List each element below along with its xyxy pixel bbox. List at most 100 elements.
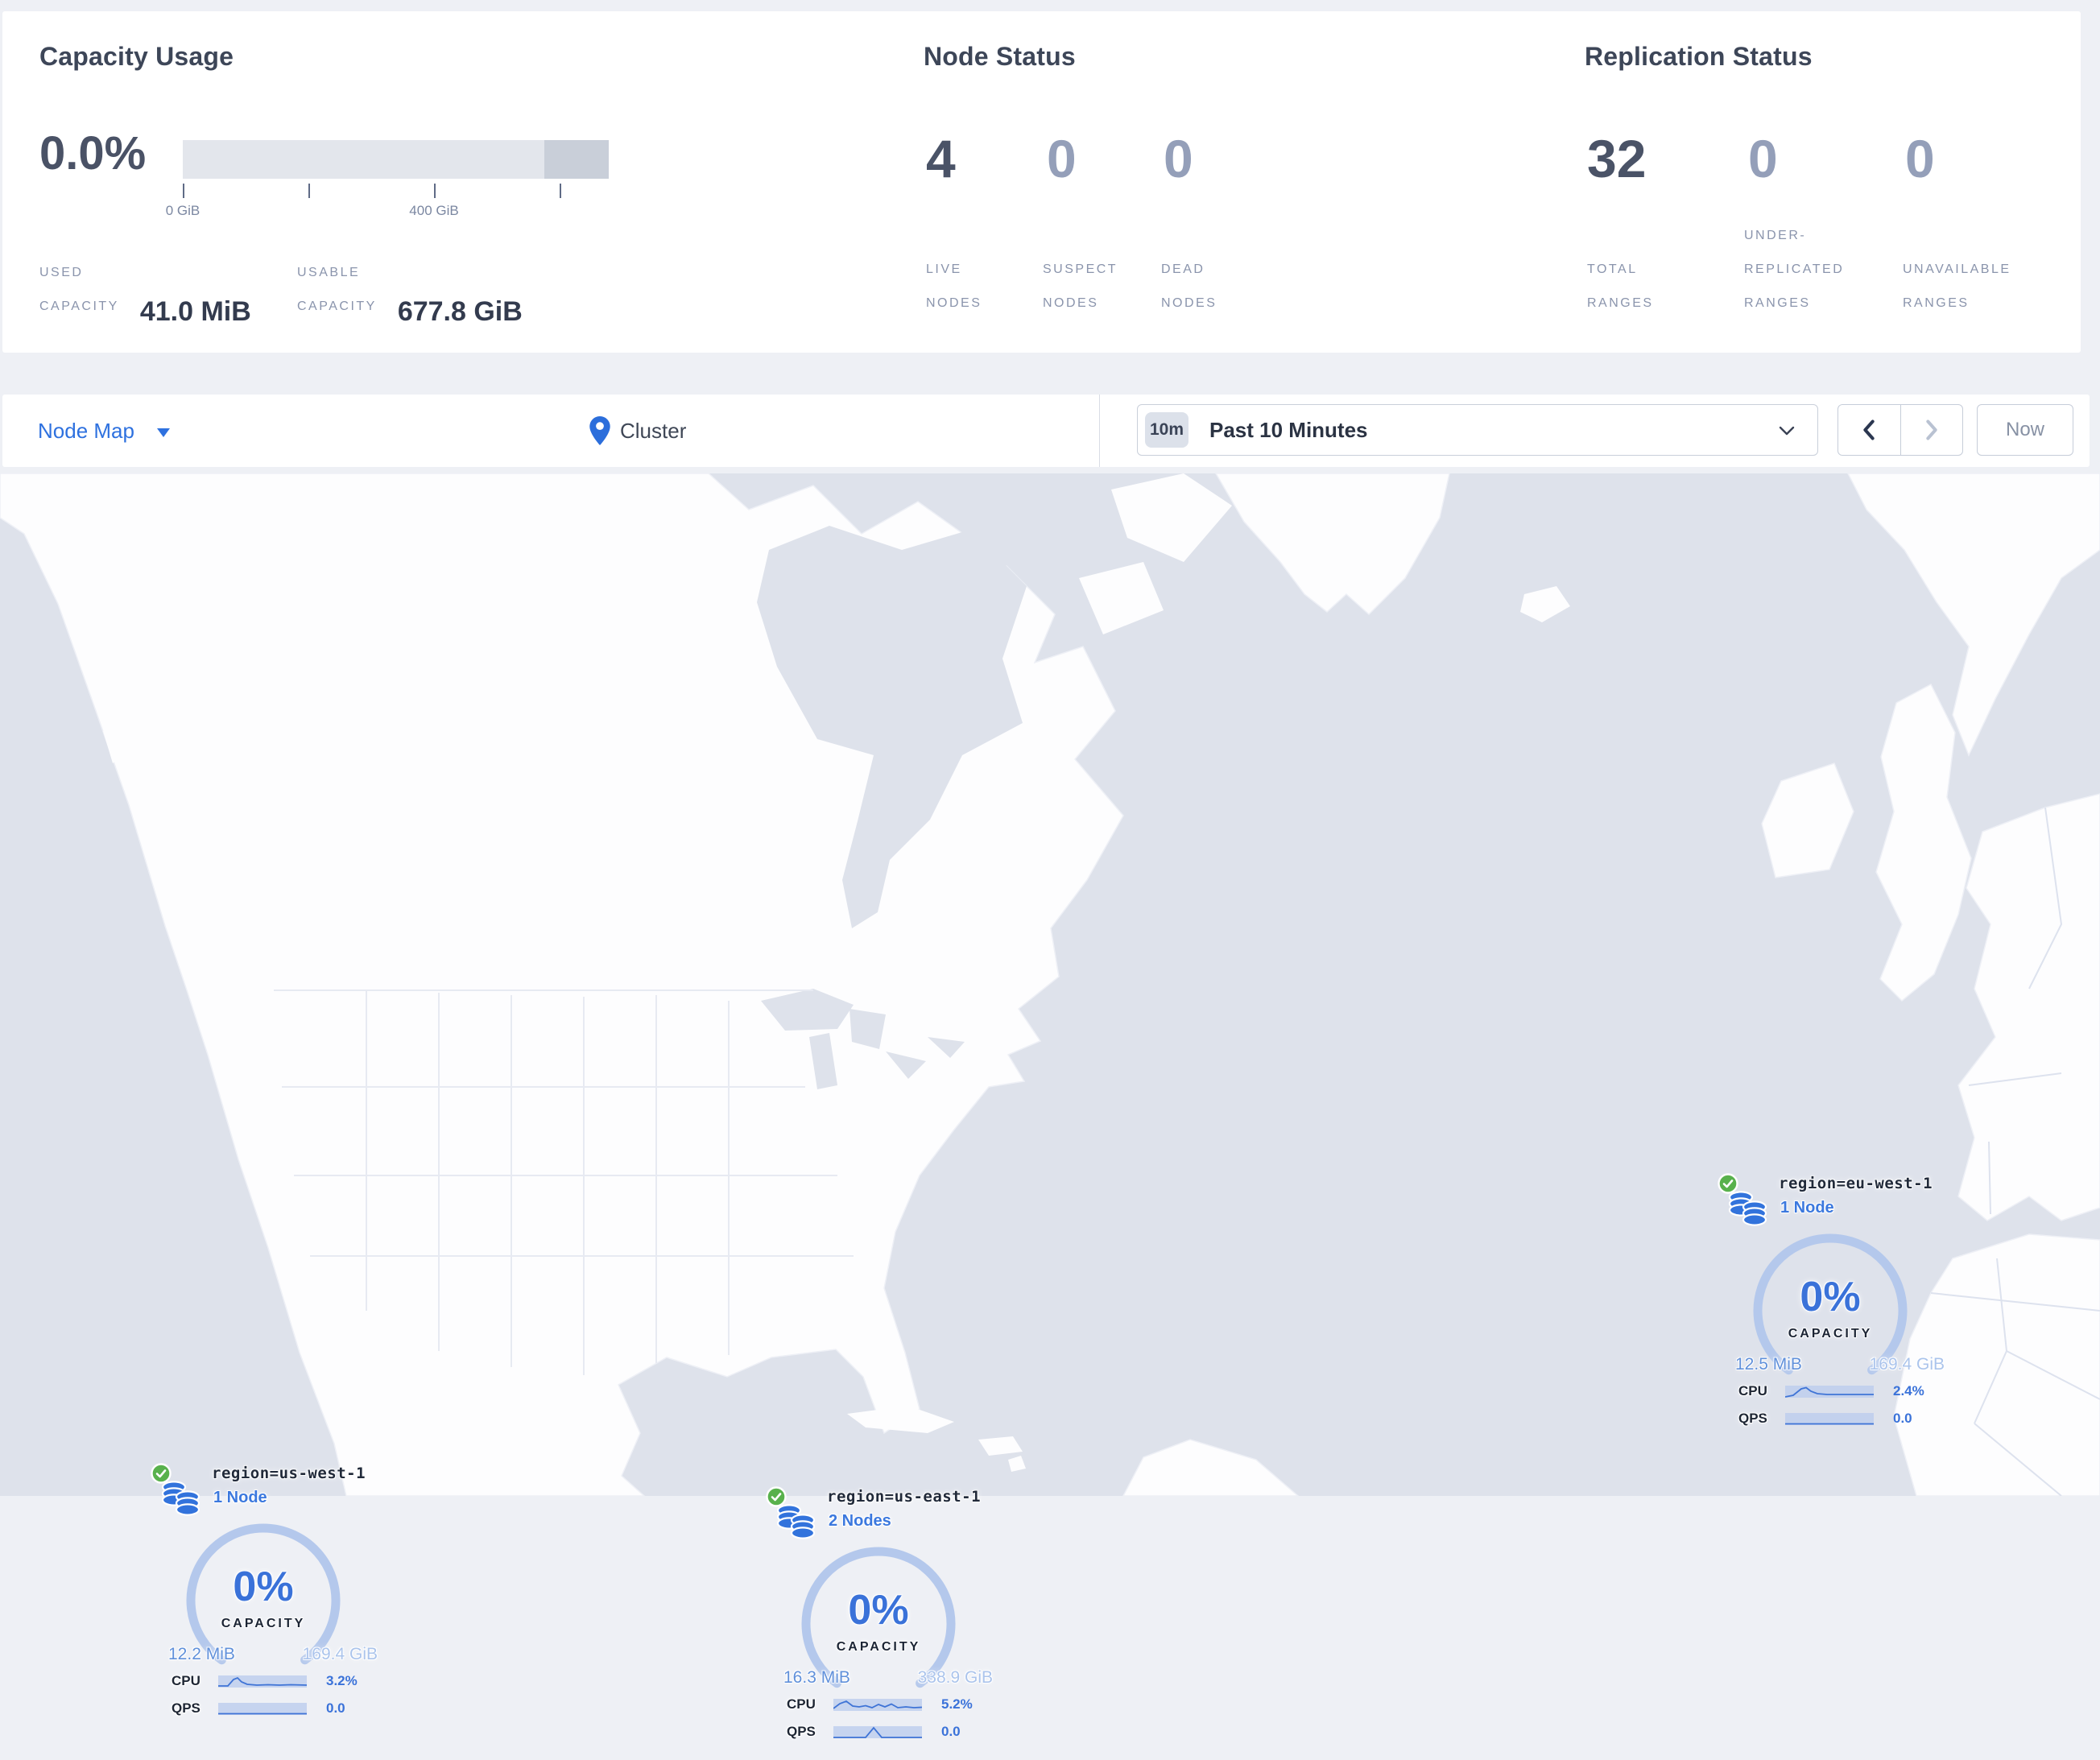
- axis-tick: [560, 184, 561, 198]
- region-usable-capacity: 338.9 GiB: [917, 1668, 993, 1687]
- cpu-value: 3.2%: [326, 1673, 358, 1688]
- map-pin-icon: [589, 416, 610, 445]
- region-node-count: 2 Nodes: [829, 1512, 891, 1530]
- region-marker-us-east-1[interactable]: region=us-east-1 2 Nodes 0% CAPACITY 16.…: [766, 1486, 1007, 1760]
- cpu-value: 5.2%: [941, 1696, 973, 1712]
- region-used-capacity: 12.2 MiB: [168, 1645, 235, 1663]
- dead-nodes-label: DEAD NODES: [1161, 262, 1217, 310]
- cpu-sparkline: [218, 1675, 307, 1688]
- qps-value: 0.0: [1893, 1411, 1912, 1426]
- qps-sparkline: [1785, 1412, 1874, 1425]
- region-capacity-caption: CAPACITY: [1788, 1327, 1873, 1341]
- time-back-button[interactable]: [1838, 405, 1901, 455]
- time-range-badge: 10m: [1145, 412, 1188, 448]
- cpu-value: 2.4%: [1893, 1383, 1924, 1398]
- used-capacity-label: USED CAPACITY: [39, 266, 119, 313]
- total-ranges-label: TOTAL RANGES: [1587, 262, 1654, 310]
- region-capacity-percent: 0%: [848, 1587, 909, 1634]
- region-name: region=eu-west-1: [1779, 1175, 1933, 1192]
- view-mode-selector[interactable]: Node Map: [38, 395, 170, 467]
- capacity-bar-nonusable-segment: [544, 140, 609, 179]
- region-usable-capacity: 169.4 GiB: [1869, 1355, 1945, 1374]
- time-nav-buttons: [1838, 404, 1963, 456]
- region-used-capacity: 12.5 MiB: [1735, 1355, 1802, 1374]
- chevron-down-icon: [1779, 426, 1795, 436]
- axis-tick: [183, 184, 184, 198]
- qps-label: QPS: [787, 1724, 816, 1739]
- region-marker-eu-west-1[interactable]: region=eu-west-1 1 Node 0% CAPACITY 12.5…: [1718, 1173, 1959, 1447]
- capacity-percent: 0.0%: [39, 127, 147, 180]
- database-nodes-icon: [1728, 1191, 1767, 1226]
- node-status-title: Node Status: [924, 42, 1076, 71]
- dead-nodes-count: 0: [1164, 129, 1193, 188]
- capacity-usage-title: Capacity Usage: [39, 42, 234, 71]
- axis-tick: [434, 184, 436, 198]
- usable-capacity-value: 677.8 GiB: [397, 296, 523, 327]
- qps-label: QPS: [172, 1700, 200, 1716]
- cluster-summary-panel: Capacity Usage 0.0% 0 GiB 400 GiB USED C…: [2, 11, 2081, 353]
- qps-value: 0.0: [941, 1724, 961, 1739]
- live-nodes-count: 4: [926, 129, 956, 188]
- region-capacity-caption: CAPACITY: [836, 1640, 921, 1654]
- usable-capacity-label: USABLE CAPACITY: [297, 266, 377, 313]
- now-button[interactable]: Now: [1977, 404, 2073, 456]
- replication-status-title: Replication Status: [1585, 42, 1813, 71]
- live-nodes-label: LIVE NODES: [926, 262, 982, 310]
- chevron-left-icon: [1863, 419, 1875, 440]
- region-name: region=us-west-1: [212, 1465, 366, 1482]
- cpu-sparkline: [1785, 1385, 1874, 1398]
- time-forward-button[interactable]: [1901, 405, 1963, 455]
- cpu-metric-row: CPU 5.2%: [787, 1696, 973, 1713]
- region-usable-capacity: 169.4 GiB: [302, 1645, 378, 1663]
- axis-tick-label: 400 GiB: [409, 203, 459, 218]
- view-mode-label: Node Map: [38, 418, 134, 443]
- node-map: region=us-west-1 1 Node 0% CAPACITY 12.2…: [0, 473, 2100, 1739]
- time-range-value: Past 10 Minutes: [1209, 417, 1368, 442]
- time-range-dropdown[interactable]: 10m Past 10 Minutes: [1137, 404, 1818, 456]
- cpu-label: CPU: [172, 1673, 200, 1688]
- toolbar-divider: [1099, 395, 1100, 467]
- unavailable-ranges-label: UNAVAILABLE RANGES: [1903, 262, 2011, 310]
- node-map-page: Capacity Usage 0.0% 0 GiB 400 GiB USED C…: [0, 0, 2100, 1739]
- database-nodes-icon: [776, 1504, 816, 1539]
- qps-sparkline: [218, 1702, 307, 1715]
- region-capacity-caption: CAPACITY: [221, 1617, 306, 1630]
- suspect-nodes-count: 0: [1047, 129, 1077, 188]
- capacity-usage-section: Capacity Usage 0.0% 0 GiB 400 GiB USED C…: [39, 11, 877, 353]
- qps-value: 0.0: [326, 1700, 345, 1716]
- region-marker-us-west-1[interactable]: region=us-west-1 1 Node 0% CAPACITY 12.2…: [151, 1463, 392, 1737]
- cpu-metric-row: CPU 3.2%: [172, 1672, 358, 1690]
- capacity-bar: 0 GiB 400 GiB: [166, 140, 609, 218]
- map-toolbar: Node Map Cluster 10m Past 10 Minutes Now: [2, 395, 2090, 467]
- used-capacity-value: 41.0 MiB: [139, 296, 251, 327]
- breadcrumb[interactable]: Cluster: [589, 395, 686, 467]
- qps-metric-row: QPS 0.0: [172, 1700, 345, 1717]
- region-name: region=us-east-1: [827, 1488, 982, 1506]
- unavailable-ranges-count: 0: [1905, 129, 1935, 188]
- region-used-capacity: 16.3 MiB: [783, 1668, 850, 1687]
- qps-label: QPS: [1738, 1411, 1767, 1426]
- database-nodes-icon: [161, 1481, 200, 1516]
- region-capacity-percent: 0%: [233, 1564, 294, 1610]
- region-capacity-percent: 0%: [1800, 1274, 1861, 1320]
- cpu-label: CPU: [787, 1696, 816, 1712]
- region-node-count: 1 Node: [1780, 1199, 1834, 1217]
- under-replicated-ranges-label: UNDER- REPLICATED RANGES: [1744, 229, 1845, 310]
- usable-capacity-stat: USABLE CAPACITY 677.8 GiB: [297, 256, 523, 327]
- region-node-count: 1 Node: [213, 1489, 267, 1506]
- qps-metric-row: QPS 0.0: [1738, 1410, 1912, 1427]
- chevron-down-icon: [156, 428, 170, 437]
- used-capacity-stat: USED CAPACITY 41.0 MiB: [39, 256, 251, 327]
- qps-metric-row: QPS 0.0: [787, 1723, 961, 1741]
- chevron-right-icon: [1926, 419, 1937, 440]
- axis-tick: [308, 184, 310, 198]
- suspect-nodes-label: SUSPECT NODES: [1043, 262, 1118, 310]
- cpu-label: CPU: [1738, 1383, 1767, 1398]
- cpu-metric-row: CPU 2.4%: [1738, 1382, 1924, 1400]
- axis-tick-label: 0 GiB: [165, 203, 200, 218]
- replication-status-section: Replication Status 32 0 0 TOTAL RANGES UN…: [1585, 11, 2068, 353]
- under-replicated-ranges-count: 0: [1748, 129, 1778, 188]
- qps-sparkline: [833, 1725, 922, 1738]
- total-ranges-count: 32: [1587, 129, 1647, 188]
- cpu-sparkline: [833, 1698, 922, 1711]
